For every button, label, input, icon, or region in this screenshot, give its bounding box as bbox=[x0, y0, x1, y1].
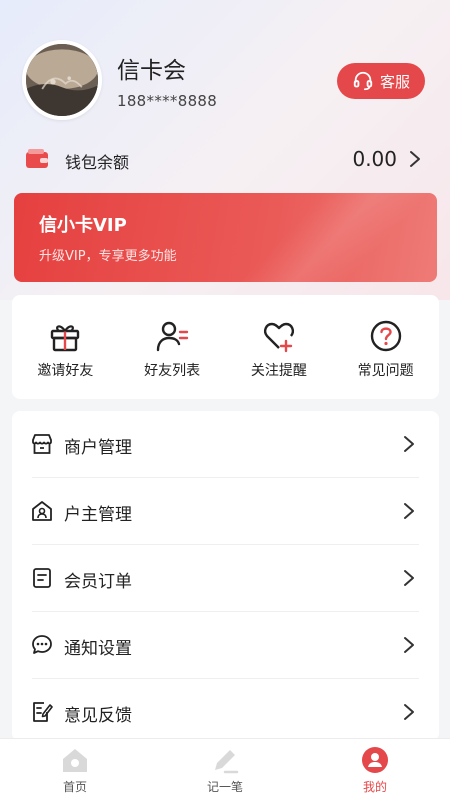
chevron-right-icon bbox=[410, 151, 420, 167]
quick-action-label: 常见问题 bbox=[357, 363, 414, 379]
chevron-right-icon bbox=[404, 503, 414, 519]
quick-action-faq[interactable]: 常见问题 bbox=[332, 295, 439, 399]
menu-item-label: 户主管理 bbox=[64, 505, 132, 525]
quick-actions-panel: 邀请好友 好友列表 关注提醒 常见问题 bbox=[12, 295, 439, 399]
avatar-image bbox=[26, 44, 98, 116]
tab-label: 我的 bbox=[362, 780, 387, 794]
menu-item-feedback[interactable]: 意见反馈 bbox=[12, 679, 439, 741]
store-icon bbox=[32, 434, 52, 454]
wallet-balance-row[interactable]: 钱包余额 0.00 bbox=[25, 145, 425, 173]
vip-subtitle: 升级VIP，专享更多功能 bbox=[39, 249, 177, 264]
quick-action-label: 关注提醒 bbox=[250, 363, 307, 379]
feedback-edit-icon bbox=[33, 702, 53, 722]
tab-label: 首页 bbox=[62, 780, 87, 794]
bottom-tab-bar: 首页 记一笔 我的 bbox=[0, 738, 450, 800]
avatar[interactable] bbox=[22, 40, 102, 120]
quick-action-friend-list[interactable]: 好友列表 bbox=[119, 295, 226, 399]
menu-item-label: 会员订单 bbox=[64, 572, 132, 592]
menu-item-member-orders[interactable]: 会员订单 bbox=[12, 545, 439, 612]
wallet-label: 钱包余额 bbox=[65, 153, 130, 172]
chevron-right-icon bbox=[404, 637, 414, 653]
menu-item-label: 意见反馈 bbox=[64, 706, 132, 726]
home-icon bbox=[63, 749, 87, 772]
question-icon bbox=[370, 320, 401, 352]
menu-item-label: 商户管理 bbox=[64, 438, 132, 458]
wallet-value: 0.00 bbox=[352, 147, 397, 171]
profile-section: 信卡会 188****8888 客服 bbox=[20, 40, 430, 124]
tab-label: 记一笔 bbox=[206, 780, 243, 794]
tab-record[interactable]: 记一笔 bbox=[150, 739, 300, 800]
menu-item-notification-settings[interactable]: 通知设置 bbox=[12, 612, 439, 679]
vip-card-decoration bbox=[187, 193, 437, 282]
quick-action-label: 邀请好友 bbox=[37, 363, 94, 379]
settings-menu: 商户管理 户主管理 会员订单 通知设置 意见反馈 bbox=[12, 411, 439, 741]
chat-bubble-icon bbox=[32, 635, 52, 654]
menu-item-label: 通知设置 bbox=[64, 639, 132, 659]
menu-item-householder-management[interactable]: 户主管理 bbox=[12, 478, 439, 545]
user-circle-icon bbox=[362, 747, 388, 773]
gift-icon bbox=[51, 325, 80, 352]
tab-mine[interactable]: 我的 bbox=[300, 739, 450, 800]
order-icon bbox=[33, 568, 51, 588]
customer-service-button[interactable]: 客服 bbox=[337, 63, 425, 99]
vip-title: 信小卡VIP bbox=[39, 215, 127, 236]
tab-home[interactable]: 首页 bbox=[0, 739, 150, 800]
friends-list-icon bbox=[156, 321, 189, 352]
chevron-right-icon bbox=[404, 570, 414, 586]
vip-upgrade-card[interactable]: 信小卡VIP 升级VIP，专享更多功能 bbox=[14, 193, 437, 282]
username: 信卡会 bbox=[117, 58, 186, 84]
menu-item-merchant-management[interactable]: 商户管理 bbox=[12, 411, 439, 478]
chevron-right-icon bbox=[404, 704, 414, 720]
customer-service-label: 客服 bbox=[379, 72, 410, 91]
heart-plus-icon bbox=[263, 322, 294, 353]
phone-number: 188****8888 bbox=[117, 92, 218, 110]
pencil-icon bbox=[215, 750, 239, 774]
headset-icon bbox=[353, 71, 373, 91]
quick-action-follow-reminder[interactable]: 关注提醒 bbox=[226, 295, 333, 399]
wallet-icon bbox=[26, 149, 48, 168]
house-user-icon bbox=[32, 501, 52, 521]
chevron-right-icon bbox=[404, 436, 414, 452]
quick-action-label: 好友列表 bbox=[144, 363, 201, 379]
quick-action-invite-friends[interactable]: 邀请好友 bbox=[12, 295, 119, 399]
